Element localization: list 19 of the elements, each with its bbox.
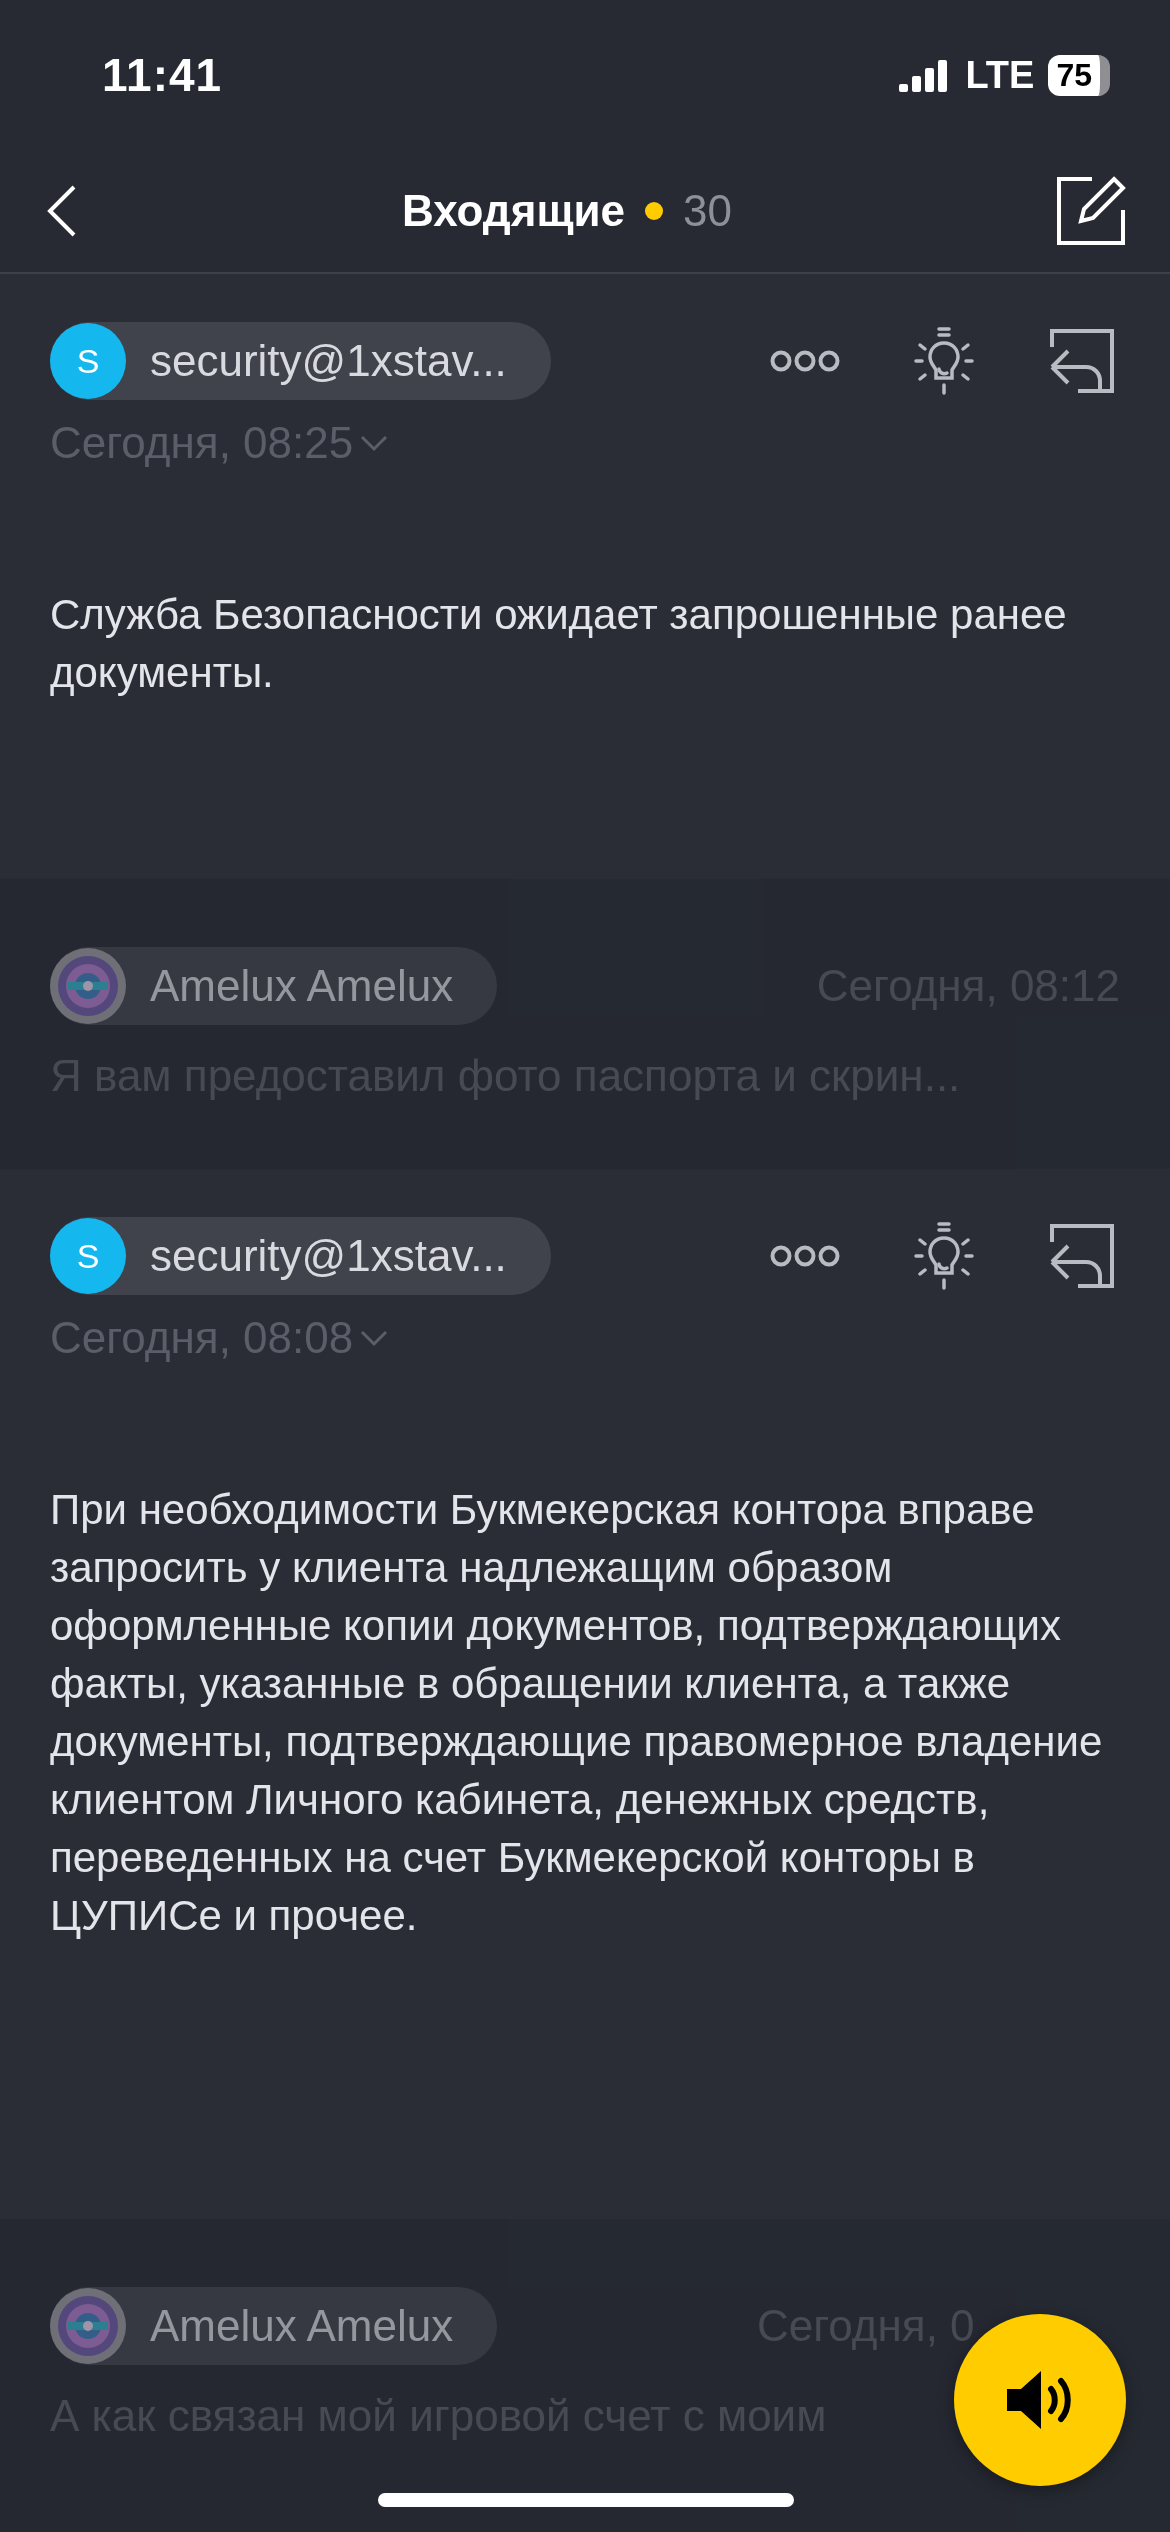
reply-icon[interactable]	[1048, 1222, 1116, 1290]
inbox-title: Входящие	[401, 186, 626, 236]
more-icon[interactable]	[770, 349, 840, 373]
sender-chip[interactable]: Amelux Amelux	[50, 2287, 498, 2365]
sender-chip[interactable]: S security@1xstav...	[50, 322, 551, 400]
unread-count: 30	[683, 186, 733, 236]
sender-chip[interactable]: S security@1xstav...	[50, 1217, 551, 1295]
message-body: Служба Безопасности ожидает запрошенные ранее документы.	[50, 590, 1068, 698]
message-body: При необходимости Букмекерская контора вправе запросить у клиента надлежащим образом оформленные копии документов, подтверждающих факты, указанные в обращении клиента, а также документы, подтверждающие правомерное владение клиентом Личного кабинета, денежных средств, переведенных на счет Букмекерской конторы в ЦУПИСе и прочее.	[50, 1485, 1104, 1941]
battery-level: 75	[1048, 54, 1110, 96]
avatar: S	[50, 1218, 126, 1294]
sender-chip[interactable]: Amelux Amelux	[50, 947, 498, 1025]
network-type: LTE	[965, 53, 1035, 97]
avatar: S	[50, 323, 126, 399]
status-time: 11:41	[102, 48, 223, 102]
unread-dot	[645, 202, 664, 220]
more-icon[interactable]	[770, 1244, 840, 1268]
reply-icon[interactable]	[1048, 327, 1116, 395]
compose-icon[interactable]	[1056, 176, 1126, 246]
